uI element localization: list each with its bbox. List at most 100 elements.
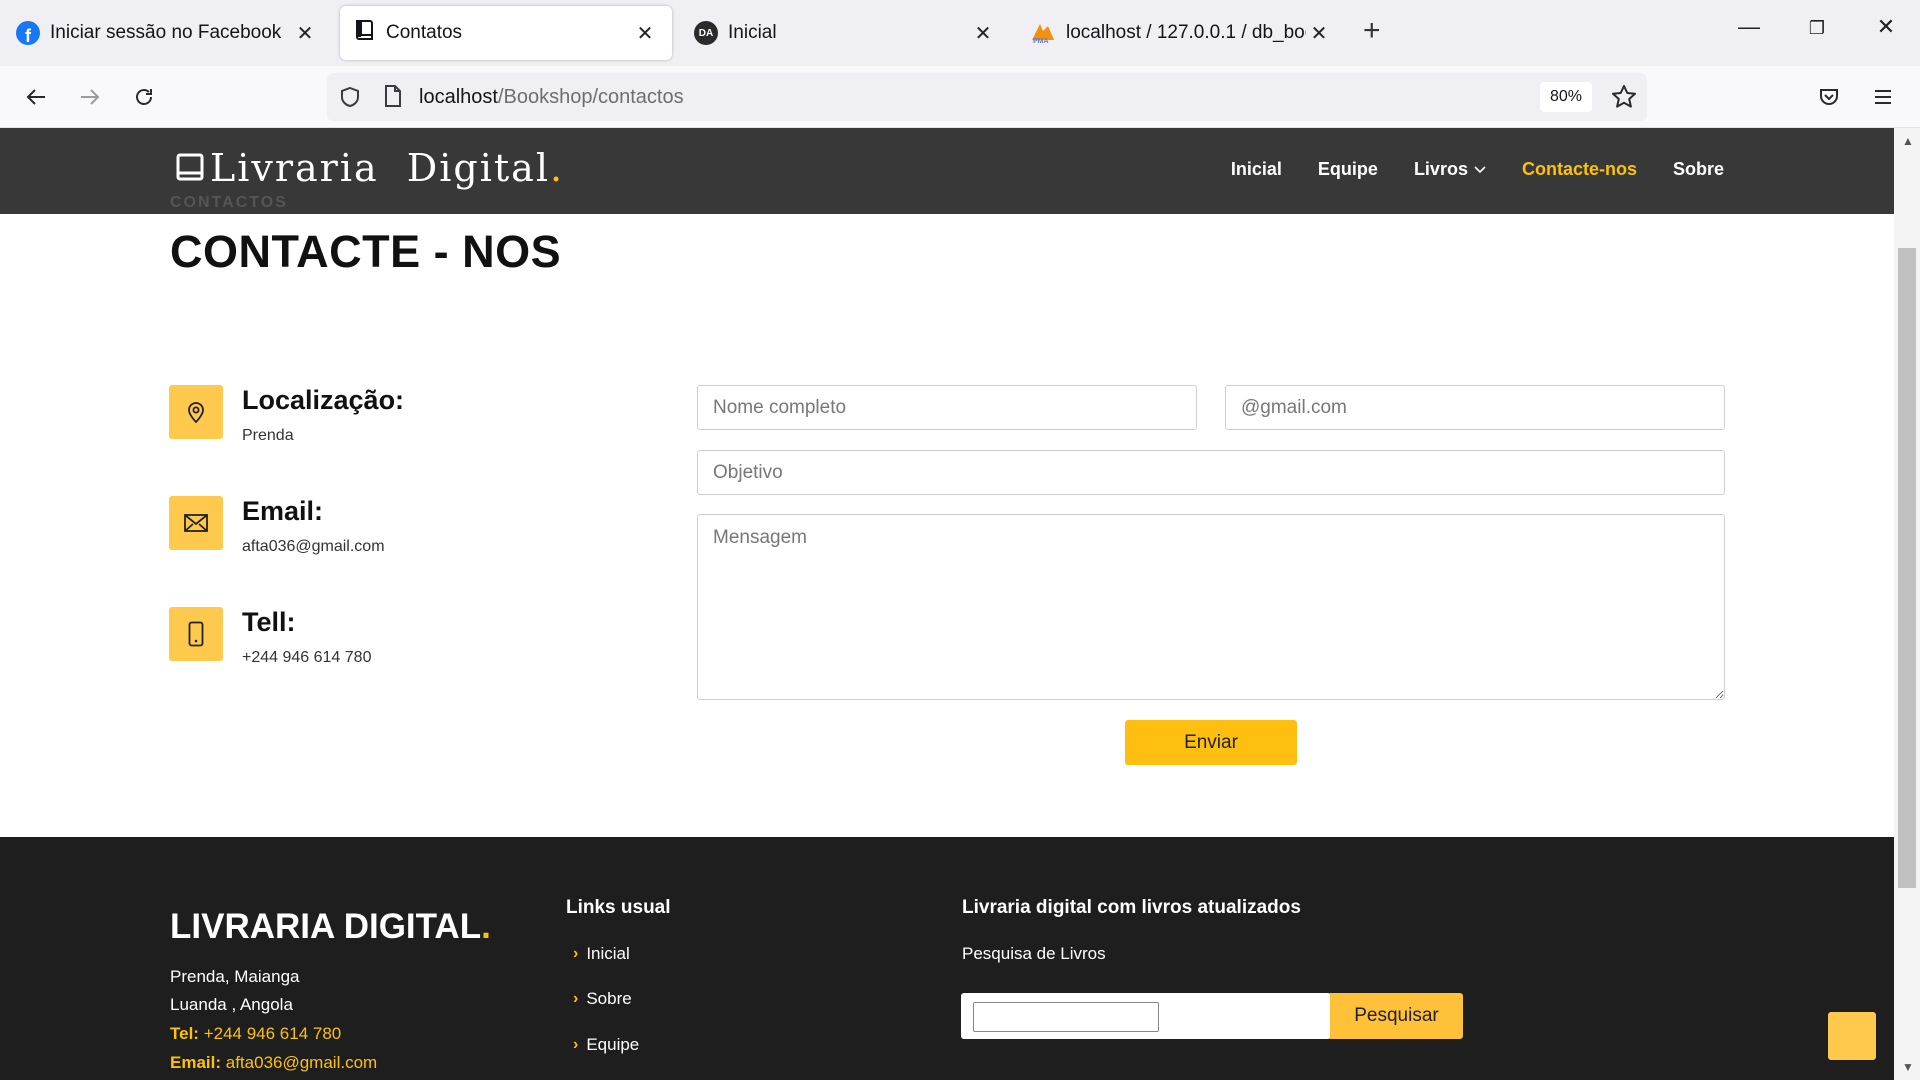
logo-dot: . (550, 146, 565, 190)
section-subtitle: CONTACTOS (170, 194, 288, 211)
shield-icon[interactable] (339, 86, 361, 113)
footer-address-line-2: Luanda , Angola (170, 995, 293, 1014)
tab-title: localhost / 127.0.0.1 / db_books (1066, 22, 1306, 43)
footer-search-box (961, 993, 1331, 1039)
footer-link-inicial[interactable]: › Inicial (573, 944, 630, 964)
page-viewport: Livraria Digital. Inicial Equipe Livros … (0, 128, 1894, 1080)
book-icon (354, 19, 376, 47)
star-icon[interactable] (1611, 84, 1637, 115)
email-input[interactable] (1225, 385, 1725, 430)
site-logo[interactable]: Livraria Digital. (176, 146, 564, 190)
tab-phpmyadmin[interactable]: PMA localhost / 127.0.0.1 / db_books ✕ (1016, 6, 1346, 60)
page-icon[interactable] (383, 85, 403, 112)
tab-title: Iniciar sessão no Facebook (50, 22, 282, 43)
info-value: afta036@gmail.com (242, 538, 385, 555)
menu-item-equipe[interactable]: Equipe (1318, 159, 1378, 180)
pocket-icon (1820, 89, 1838, 105)
footer-search-button[interactable]: Pesquisar (1330, 993, 1463, 1039)
close-icon[interactable]: ✕ (292, 21, 318, 46)
footer-tel-value: +244 946 614 780 (198, 1024, 342, 1043)
phone-icon (169, 607, 223, 661)
message-textarea[interactable] (697, 514, 1725, 700)
footer-brand-dot: . (481, 907, 491, 946)
restore-button[interactable]: ❐ (1797, 18, 1837, 39)
footer-search-text: Pesquisa de Livros (962, 944, 1106, 963)
close-icon[interactable]: ✕ (1306, 21, 1332, 46)
scrollbar-thumb[interactable] (1898, 248, 1916, 888)
envelope-icon (169, 496, 223, 550)
tab-title: Inicial (728, 22, 777, 43)
menu-item-livros[interactable]: Livros (1414, 159, 1486, 180)
url-bar[interactable]: localhost/Bookshop/contactos 80% (327, 73, 1647, 121)
footer-link-label: Inicial (586, 944, 630, 963)
url-host: localhost (419, 85, 498, 108)
footer-link-label: Sobre (586, 989, 632, 1008)
footer-tel: Tel: +244 946 614 780 (170, 1024, 341, 1044)
footer-tel-label: Tel: (170, 1024, 199, 1043)
menu-item-contacte-nos[interactable]: Contacte-nos (1522, 159, 1637, 180)
new-tab-button[interactable]: + (1363, 14, 1381, 48)
map-pin-icon (169, 385, 223, 439)
site-menu: Inicial Equipe Livros Contacte-nos Sobre (1195, 159, 1724, 180)
site-footer: LIVRARIA DIGITAL. Prenda, Maianga Luanda… (0, 837, 1894, 1080)
footer-address-line-1: Prenda, Maianga (170, 967, 300, 986)
info-label: Localização: (242, 385, 405, 415)
scrollbar[interactable]: ▲ ▼ (1894, 128, 1920, 1080)
book-icon (176, 153, 204, 181)
page-title: CONTACTE - NOS (170, 226, 562, 277)
close-icon[interactable]: ✕ (970, 21, 996, 46)
zoom-level-badge[interactable]: 80% (1539, 82, 1592, 112)
footer-link-sobre[interactable]: › Sobre (573, 989, 632, 1009)
menu-button[interactable] (1866, 80, 1900, 114)
info-label: Tell: (242, 607, 296, 637)
da-icon: DA (694, 21, 718, 45)
info-label: Email: (242, 496, 324, 526)
scroll-down-icon[interactable]: ▼ (1902, 1060, 1914, 1074)
menu-item-label: Livros (1413, 159, 1468, 179)
facebook-icon: f (16, 21, 40, 45)
tab-contatos[interactable]: Contatos ✕ (340, 6, 672, 60)
footer-search-input[interactable] (973, 1002, 1159, 1032)
name-input[interactable] (697, 385, 1197, 430)
browser-nav-bar: localhost/Bookshop/contactos 80% (0, 66, 1920, 128)
close-window-button[interactable]: ✕ (1866, 14, 1906, 40)
footer-brand-text: LIVRARIA DIGITAL (170, 907, 482, 946)
info-value: Prenda (242, 427, 294, 444)
phpmyadmin-icon: PMA (1030, 22, 1056, 45)
pocket-button[interactable] (1812, 80, 1846, 114)
arrow-left-icon (26, 89, 45, 105)
footer-brand: LIVRARIA DIGITAL. (170, 907, 491, 947)
send-button[interactable]: Enviar (1125, 720, 1297, 765)
footer-search-heading: Livraria digital com livros atualizados (962, 897, 1301, 918)
reload-button[interactable] (127, 80, 161, 114)
footer-link-label: Equipe (586, 1035, 640, 1054)
info-value: +244 946 614 780 (242, 649, 372, 666)
footer-email-label: Email: (170, 1053, 222, 1072)
back-button[interactable] (19, 80, 53, 114)
footer-link-equipe[interactable]: › Equipe (573, 1035, 639, 1055)
hamburger-icon (1875, 90, 1891, 104)
minimize-button[interactable]: — (1729, 14, 1769, 40)
arrow-right-icon (81, 89, 100, 105)
reload-icon (136, 89, 152, 105)
close-icon[interactable]: ✕ (632, 21, 658, 46)
menu-item-inicial[interactable]: Inicial (1231, 159, 1282, 180)
forward-button[interactable] (73, 80, 107, 114)
footer-email: Email: afta036@gmail.com (170, 1053, 377, 1073)
footer-email-value: afta036@gmail.com (221, 1053, 378, 1072)
chevron-right-icon: › (573, 990, 579, 1007)
chevron-right-icon: › (573, 1036, 579, 1053)
tab-title: Contatos (386, 22, 463, 43)
url-path: /Bookshop/contactos (497, 85, 684, 108)
tab-facebook[interactable]: f Iniciar sessão no Facebook ✕ (2, 6, 332, 60)
tab-inicial[interactable]: DA Inicial ✕ (680, 6, 1010, 60)
back-to-top-button[interactable] (1828, 1012, 1876, 1060)
scroll-up-icon[interactable]: ▲ (1902, 134, 1914, 148)
footer-links-heading: Links usual (566, 897, 671, 918)
menu-item-sobre[interactable]: Sobre (1673, 159, 1724, 180)
url-text[interactable]: localhost/Bookshop/contactos (419, 86, 684, 109)
svg-text:PMA: PMA (1033, 38, 1049, 44)
logo-text: Livraria Digital (210, 146, 550, 190)
subject-input[interactable] (697, 450, 1725, 495)
chevron-right-icon: › (573, 945, 579, 962)
